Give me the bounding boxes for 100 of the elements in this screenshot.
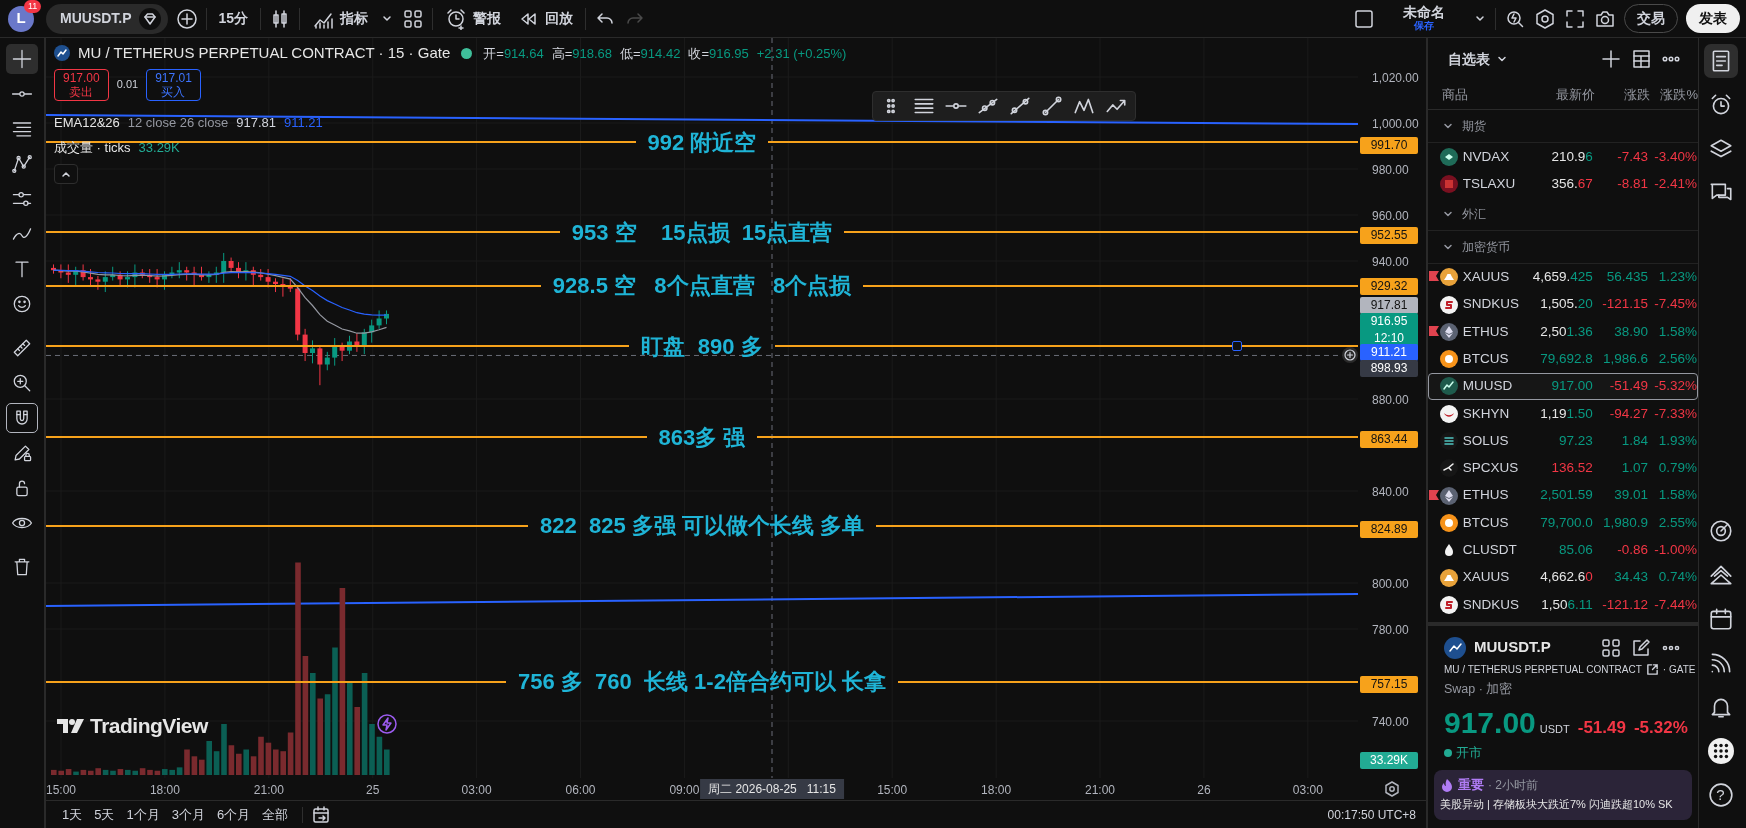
indicators-button[interactable]: 指标 (308, 3, 373, 34)
spread-value: 0.01 (116, 77, 139, 93)
watchlist-row[interactable]: XAUUS 4,659.425 56.435 1.23% (1428, 263, 1698, 291)
change-percent-cell-text: -7.44% (1653, 595, 1697, 614)
symbol-description: MU / TETHERUS PERPETUAL CONTRACT (1444, 662, 1642, 677)
watchlist-row[interactable]: SKHYN 1,191.50 -94.27 -7.33% (1428, 400, 1698, 428)
change-cell-text: 34.43 (1613, 568, 1649, 587)
price-cell-text: 85.06 (1558, 541, 1593, 560)
range-button[interactable]: 全部 (256, 802, 295, 827)
watchlist-row[interactable]: CLUSDT 85.06 -0.86 -1.00% (1428, 536, 1698, 564)
watchlist-row[interactable]: SNDKUS 1,506.11 -121.12 -7.44% (1428, 591, 1698, 619)
help-button[interactable]: ? (1703, 778, 1738, 812)
change-cell-text: 38.90 (1613, 322, 1649, 341)
range-button[interactable]: 6个月 (210, 802, 257, 827)
clock-text[interactable]: 00:17:50 UTC+8 (1327, 805, 1416, 824)
notification-badge: 11 (24, 0, 42, 13)
replay-button[interactable]: 回放 (513, 3, 578, 34)
price-tick: 1,000.00 (1372, 116, 1419, 133)
change-percent-cell-text: 0.79% (1657, 459, 1697, 478)
change-percent-cell-text: 1.93% (1657, 431, 1697, 450)
alerts-button[interactable]: 警报 (441, 3, 506, 34)
watchlist-row[interactable]: ETHUS 2,501.36 38.90 1.58% (1428, 318, 1698, 346)
change-percent-cell-text: -7.33% (1653, 404, 1697, 423)
section-header[interactable]: 加密货币 (1428, 230, 1698, 264)
change-percent-cell-text: 1.58% (1657, 322, 1697, 341)
publish-button[interactable]: 发表 (1686, 4, 1740, 33)
symbol-button[interactable]: MUUSDT.P (46, 3, 168, 34)
symbol-cell-text: XAUUS (1462, 568, 1511, 587)
symbol-cell-text: SOLUS (1462, 431, 1510, 450)
price-cell-text: 136.52 (1550, 459, 1593, 478)
price-tick: 980.00 (1372, 162, 1409, 179)
price-cell-text: 1,191.50 (1539, 404, 1593, 423)
column-header[interactable]: 涨跌 (1595, 84, 1650, 105)
range-button[interactable]: 5天 (88, 802, 121, 827)
interval-button[interactable]: 15分 (214, 4, 253, 33)
watchlist-title[interactable]: 自选表 (1444, 44, 1512, 74)
chart-title[interactable]: MU / TETHERUS PERPETUAL CONTRACT · 15 · Gate (78, 42, 451, 65)
watchlist-row[interactable]: ETHUS 2,501.59 39.01 1.58% (1428, 481, 1698, 510)
symbol-cell-text: XAUUS (1462, 268, 1511, 287)
time-label: 15:00 (877, 782, 908, 799)
watchlist-row[interactable]: TSLAXU 356.67 -8.81 -2.41% (1428, 170, 1698, 198)
watchlist-row[interactable]: SPCXUS 136.52 1.07 0.79% (1428, 454, 1698, 482)
price-tick: 840.00 (1372, 484, 1409, 501)
ohlc-value: 低=914.42 (620, 44, 681, 63)
price-cell-text: 210.96 (1550, 147, 1593, 166)
price-cell-text: 4,662.60 (1539, 568, 1593, 587)
price-tag: 916.95 12:10 (1360, 313, 1418, 347)
change-cell-text: 1,980.9 (1602, 513, 1649, 532)
price-cell-text: 97.23 (1558, 431, 1593, 450)
price-change: +2.31 (+0.25%) (756, 44, 847, 63)
change-percent-cell-text: 1.23% (1657, 268, 1697, 287)
section-header[interactable]: 期货 (1428, 110, 1698, 143)
time-label: 06:00 (565, 782, 596, 799)
watchlist-row[interactable]: MUUSD 917.00 -51.49 -5.32% (1428, 372, 1698, 401)
ohlc-value: 收=916.95 (688, 44, 749, 63)
indicator-value: 33.29K (138, 139, 180, 157)
price-tag: 33.29K (1360, 751, 1418, 769)
crosshair-time-label: 周二 2026-08-25 11:15 (700, 779, 844, 799)
watchlist-row[interactable]: XAUUS 4,662.60 34.43 0.74% (1428, 563, 1698, 592)
column-header[interactable]: 商品 (1436, 84, 1530, 105)
change-percent-cell-text: -1.00% (1653, 541, 1697, 560)
annotation-text: 928.5 空 8个点直营 8个点损 (551, 272, 853, 301)
range-button[interactable]: 1个月 (120, 802, 166, 827)
price-tag: 952.55 (1360, 226, 1418, 244)
indicator-name[interactable]: EMA12&26 (54, 112, 120, 132)
price-cell-text: 356.67 (1550, 174, 1593, 193)
logo-text: TradingView (90, 713, 208, 739)
watchlist-row[interactable]: BTCUS 79,692.8 1,986.6 2.56% (1428, 345, 1698, 373)
sell-button[interactable]: 917.00 卖出 (54, 68, 109, 101)
watchlist-row[interactable]: SNDKUS 1,505.20 -121.15 -7.45% (1428, 290, 1698, 319)
price-tag: 824.89 (1360, 520, 1418, 538)
layout-button[interactable]: 未命名 保存 (1399, 1, 1449, 36)
range-button[interactable]: 3个月 (165, 802, 211, 827)
symbol-cell-text: ETHUS (1462, 322, 1510, 341)
symbol-cell-text: CLUSDT (1462, 541, 1518, 560)
column-header[interactable]: 涨跌% (1649, 84, 1698, 105)
price-cell-text: 2,501.36 (1539, 322, 1593, 341)
time-label: 25 (366, 782, 380, 799)
price-tick: 780.00 (1372, 622, 1409, 639)
section-header[interactable]: 外汇 (1428, 197, 1698, 231)
indicator-value: 917.81 (236, 113, 276, 132)
annotation-text: 822 825 多强 可以做个长线 多单 (539, 512, 865, 541)
symbol-cell-text: MUUSD (1462, 377, 1514, 396)
change-cell-text: -121.15 (1601, 295, 1649, 314)
annotation-text: 756 多 760 长线 1-2倍合约可以 长拿 (517, 668, 887, 697)
column-header[interactable]: 最新价 (1529, 84, 1596, 105)
price-cell-text: 79,700.0 (1539, 513, 1593, 532)
watchlist-row[interactable]: BTCUS 79,700.0 1,980.9 2.55% (1428, 509, 1698, 537)
watchlist-row[interactable]: SOLUS 97.23 1.84 1.93% (1428, 427, 1698, 455)
watchlist-row[interactable]: NVDAX 210.96 -7.43 -3.40% (1428, 143, 1698, 171)
buy-button[interactable]: 917.01 买入 (146, 68, 201, 101)
symbol-name[interactable]: MUUSDT.P (1474, 636, 1551, 659)
annotation-text: 盯盘 890 多 (640, 332, 764, 361)
price-cell-text: 1,506.11 (1540, 595, 1593, 614)
indicator-name[interactable]: 成交量 · ticks (54, 138, 131, 158)
range-button[interactable]: 1天 (56, 802, 89, 827)
news-headline[interactable]: 美股异动 | 存储板块大跌近7% 闪迪跌超10% SK (1440, 795, 1673, 814)
news-card[interactable]: 重要 · 2小时前 美股异动 | 存储板块大跌近7% 闪迪跌超10% SK (1434, 769, 1692, 820)
change-cell-text: 1.84 (1620, 431, 1649, 450)
price-tick: 800.00 (1372, 576, 1409, 593)
